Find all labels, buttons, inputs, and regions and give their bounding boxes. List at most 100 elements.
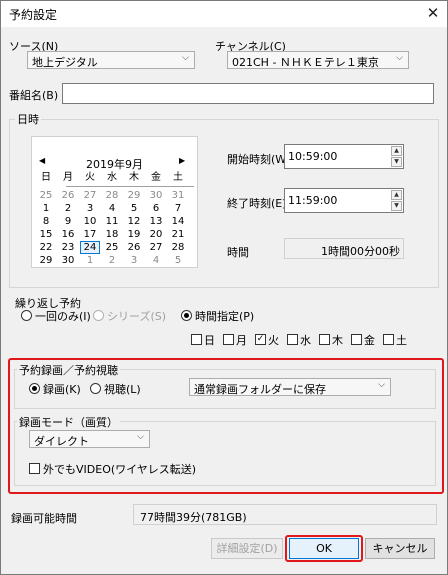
calendar-day[interactable]: 19 xyxy=(124,228,144,241)
weekday-checkbox[interactable] xyxy=(223,334,234,345)
calendar-day[interactable]: 18 xyxy=(102,228,122,241)
weekday-checkbox-label: 日 xyxy=(204,334,215,347)
calendar-day[interactable]: 17 xyxy=(80,228,100,241)
calendar-day[interactable]: 1 xyxy=(36,202,56,215)
series-label: シリーズ(S) xyxy=(107,310,167,323)
calendar-day[interactable]: 16 xyxy=(58,228,78,241)
weekday-checkbox[interactable] xyxy=(191,334,202,345)
source-value: 地上デジタル xyxy=(32,56,98,69)
record-radio[interactable] xyxy=(29,383,40,394)
weekday-checkbox[interactable] xyxy=(351,334,362,345)
calendar-day[interactable]: 2 xyxy=(58,202,78,215)
chevron-down-icon: ⌵ xyxy=(137,432,144,442)
weekday-checkbox-label: 水 xyxy=(300,334,311,347)
calendar-day[interactable]: 27 xyxy=(146,241,166,254)
calendar-day[interactable]: 21 xyxy=(168,228,188,241)
once-radio[interactable] xyxy=(21,310,32,321)
title-bar: 予約設定 ✕ xyxy=(1,1,447,27)
calendar-day[interactable]: 14 xyxy=(168,215,188,228)
weekday-header: 月 xyxy=(63,172,73,183)
calendar-day[interactable]: 13 xyxy=(146,215,166,228)
weekday-header: 日 xyxy=(41,172,51,183)
mode-select[interactable]: ダイレクト ⌵ xyxy=(29,430,150,448)
end-time-label: 終了時刻(E) xyxy=(227,197,287,210)
calendar-day[interactable]: 27 xyxy=(80,189,100,202)
weekday-checkbox[interactable]: ✓ xyxy=(255,334,266,345)
calendar-day[interactable]: 4 xyxy=(102,202,122,215)
calendar-day[interactable]: 25 xyxy=(36,189,56,202)
start-time-value: 10:59:00 xyxy=(288,150,338,163)
duration-field: 1時間00分00秒 xyxy=(284,238,404,259)
calendar-day[interactable]: 7 xyxy=(168,202,188,215)
calendar-day[interactable]: 3 xyxy=(124,254,144,267)
calendar-day[interactable]: 1 xyxy=(80,254,100,267)
calendar-day[interactable]: 24 xyxy=(80,240,100,254)
program-name-input[interactable] xyxy=(62,83,434,104)
calendar-day[interactable]: 28 xyxy=(102,189,122,202)
dialog-title: 予約設定 xyxy=(9,8,58,22)
calendar[interactable]: ◀ 2019年9月 ▶ 日月火水木金土 25 26 27 28 29 30 31 1 2 3 4 5 6 7… xyxy=(31,136,198,268)
calendar-day[interactable]: 8 xyxy=(36,215,56,228)
calendar-day[interactable]: 11 xyxy=(102,215,122,228)
recordable-value: 77時間39分(781GB) xyxy=(140,511,247,524)
channel-select[interactable]: 021CH - ＮＨＫＥテレ１東京 ⌵ xyxy=(227,51,409,69)
mode-value: ダイレクト xyxy=(34,435,89,448)
view-radio[interactable] xyxy=(90,383,101,394)
calendar-day[interactable]: 5 xyxy=(124,202,144,215)
close-icon[interactable]: ✕ xyxy=(424,3,442,23)
weekday-checkbox-label: 木 xyxy=(332,334,343,347)
detail-settings-button[interactable]: 詳細設定(D) xyxy=(211,538,283,559)
start-time-label: 開始時刻(W) xyxy=(227,153,291,166)
calendar-day[interactable]: 25 xyxy=(102,241,122,254)
calendar-day[interactable]: 23 xyxy=(58,241,78,254)
spin-up-icon[interactable]: ▲ xyxy=(391,190,402,200)
mode-group-title: 録画モード（画質） xyxy=(17,414,120,430)
calendar-day[interactable]: 15 xyxy=(36,228,56,241)
spin-up-icon[interactable]: ▲ xyxy=(391,146,402,156)
calendar-day[interactable]: 6 xyxy=(146,202,166,215)
calendar-day[interactable]: 29 xyxy=(36,254,56,267)
calendar-day[interactable]: 22 xyxy=(36,241,56,254)
outside-video-checkbox[interactable] xyxy=(29,463,40,474)
calendar-day[interactable]: 30 xyxy=(58,254,78,267)
spin-down-icon[interactable]: ▼ xyxy=(391,157,402,167)
calendar-day[interactable]: 12 xyxy=(124,215,144,228)
weekday-checkbox-label: 金 xyxy=(364,334,375,347)
calendar-day[interactable]: 2 xyxy=(102,254,122,267)
chevron-down-icon: ⌵ xyxy=(396,53,403,63)
calendar-day[interactable]: 10 xyxy=(80,215,100,228)
channel-value: 021CH - ＮＨＫＥテレ１東京 xyxy=(232,56,379,69)
calendar-day[interactable]: 26 xyxy=(58,189,78,202)
calendar-day[interactable]: 4 xyxy=(146,254,166,267)
calendar-day[interactable]: 9 xyxy=(58,215,78,228)
recordable-field: 77時間39分(781GB) xyxy=(133,504,437,525)
weekday-checkbox[interactable] xyxy=(319,334,330,345)
program-label: 番組名(B) xyxy=(9,89,59,102)
ok-button[interactable]: OK xyxy=(289,538,359,559)
calendar-day[interactable]: 28 xyxy=(168,241,188,254)
calendar-day[interactable]: 5 xyxy=(168,254,188,267)
time-spec-radio[interactable] xyxy=(181,310,192,321)
weekday-checkbox[interactable] xyxy=(287,334,298,345)
next-month-icon[interactable]: ▶ xyxy=(179,156,185,165)
cancel-button[interactable]: キャンセル xyxy=(365,538,435,559)
calendar-day[interactable]: 3 xyxy=(80,202,100,215)
calendar-day[interactable]: 30 xyxy=(146,189,166,202)
record-label: 録画(K) xyxy=(43,383,81,396)
source-select[interactable]: 地上デジタル ⌵ xyxy=(27,51,195,69)
spin-down-icon[interactable]: ▼ xyxy=(391,201,402,211)
calendar-day[interactable]: 31 xyxy=(168,189,188,202)
calendar-day[interactable]: 29 xyxy=(124,189,144,202)
calendar-day[interactable]: 26 xyxy=(124,241,144,254)
weekday-checkbox[interactable] xyxy=(383,334,394,345)
weekday-checkbox-label: 火 xyxy=(268,334,279,347)
duration-label: 時間 xyxy=(227,246,249,259)
end-time-input[interactable]: 11:59:00 ▲ ▼ xyxy=(284,188,404,213)
start-time-input[interactable]: 10:59:00 ▲ ▼ xyxy=(284,144,404,169)
view-label: 視聴(L) xyxy=(104,383,141,396)
series-radio[interactable] xyxy=(93,310,104,321)
datetime-group-title: 日時 xyxy=(15,111,41,127)
weekday-header: 木 xyxy=(129,172,139,183)
folder-select[interactable]: 通常録画フォルダーに保存 ⌵ xyxy=(189,378,391,396)
calendar-day[interactable]: 20 xyxy=(146,228,166,241)
